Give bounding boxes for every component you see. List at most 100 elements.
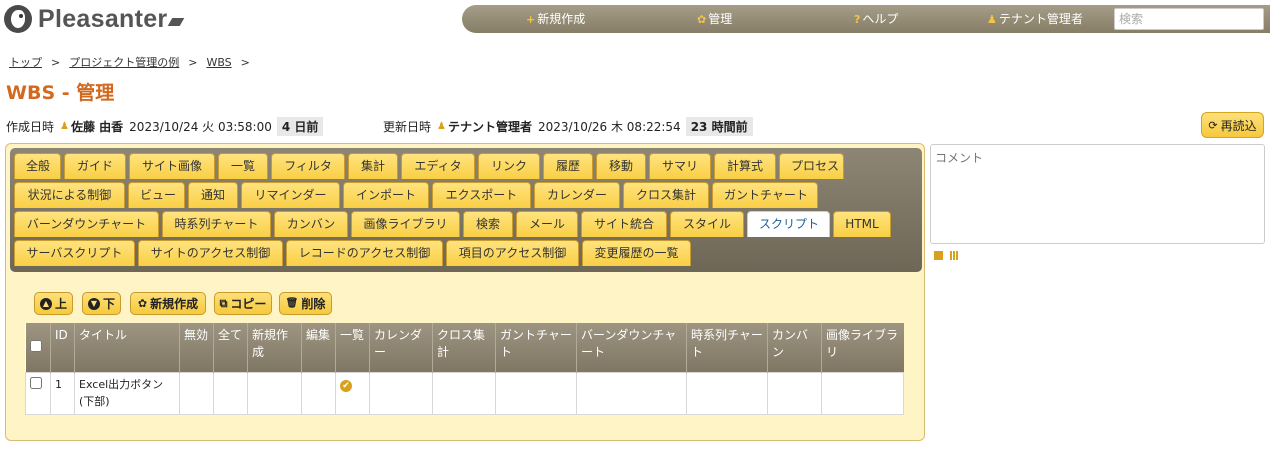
tab-list[interactable]: 一覧 (218, 153, 268, 179)
tab-editor[interactable]: エディタ (401, 153, 475, 179)
column-header[interactable]: ガントチャート (495, 323, 577, 372)
tab-import[interactable]: インポート (343, 182, 429, 208)
select-all-checkbox[interactable] (29, 340, 42, 352)
gear-icon: ✿ (137, 297, 148, 310)
tab-status-control[interactable]: 状況による制御 (14, 182, 125, 208)
table-row[interactable]: 1 Excel出力ボタン(下部) ✔ (25, 371, 904, 415)
move-up-button[interactable]: ▲ 上 (34, 292, 73, 315)
reload-button[interactable]: ⟳ 再読込 (1201, 112, 1264, 138)
tab-general[interactable]: 全般 (14, 153, 61, 179)
tab-site-access[interactable]: サイトのアクセス制御 (138, 240, 283, 266)
tab-link[interactable]: リンク (478, 153, 540, 179)
column-header[interactable]: カレンダー (369, 323, 433, 372)
logo[interactable]: Pleasanter (4, 3, 185, 35)
tab-change-history[interactable]: 変更履歴の一覧 (582, 240, 691, 266)
tab-process[interactable]: プロセス (779, 153, 844, 179)
grid-header-row: ID タイトル 無効 全て 新規作成 編集 一覧 カレンダー クロス集計 ガント… (25, 323, 904, 372)
column-header[interactable]: クロス集計 (432, 323, 496, 372)
tab-formula[interactable]: 計算式 (714, 153, 776, 179)
tab-cross-tab[interactable]: クロス集計 (623, 182, 709, 208)
column-header[interactable]: 画像ライブラリ (821, 323, 904, 372)
tab-view[interactable]: ビュー (128, 182, 185, 208)
new-button[interactable]: ✿ 新規作成 (130, 292, 206, 315)
tab-bar: 全般 ガイド サイト画像 一覧 フィルタ 集計 エディタ リンク 履歴 移動 サ… (10, 148, 922, 272)
title-cell: Excel出力ボタン(下部) (74, 371, 180, 415)
cell (432, 371, 496, 415)
tab-calendar[interactable]: カレンダー (534, 182, 620, 208)
cell (247, 371, 302, 415)
top-navbar: + 新規作成 ✿ 管理 ? ヘルプ ♟ テナント管理者 (462, 5, 1270, 33)
tab-search[interactable]: 検索 (463, 211, 513, 237)
search-input[interactable] (1114, 8, 1264, 30)
tab-kanban[interactable]: カンバン (274, 211, 348, 237)
updated-relative: 23 時間前 (685, 117, 753, 136)
copy-icon: ⧉ (219, 296, 228, 310)
id-cell: 1 (50, 371, 75, 415)
tab-timeseries[interactable]: 時系列チャート (162, 211, 271, 237)
column-header[interactable]: 無効 (179, 323, 214, 372)
breadcrumb: トップ > プロジェクト管理の例 > WBS > (9, 54, 259, 70)
tab-column-access[interactable]: 項目のアクセス制御 (446, 240, 579, 266)
updated-by[interactable]: テナント管理者 (448, 118, 532, 135)
editor-panel: 全般 ガイド サイト画像 一覧 フィルタ 集計 エディタ リンク 履歴 移動 サ… (5, 143, 925, 441)
column-header[interactable]: タイトル (74, 323, 180, 372)
created-by[interactable]: 佐藤 由香 (71, 118, 123, 135)
tab-gantt[interactable]: ガントチャート (712, 182, 818, 208)
move-down-button[interactable]: ▼ 下 (82, 292, 121, 315)
row-select-cell (25, 371, 51, 415)
logo-icon (4, 5, 32, 33)
cell (495, 371, 577, 415)
nav-new[interactable]: + 新規作成 (526, 5, 585, 33)
tab-filter[interactable]: フィルタ (271, 153, 345, 179)
column-header[interactable]: 全て (213, 323, 248, 372)
tab-server-script[interactable]: サーバスクリプト (14, 240, 135, 266)
delete-label: 削除 (301, 297, 326, 311)
arrow-up-icon: ▲ (39, 297, 52, 310)
delete-button[interactable]: 🗑 削除 (279, 292, 332, 315)
tab-guide[interactable]: ガイド (64, 153, 126, 179)
column-header[interactable]: 時系列チャート (686, 323, 768, 372)
breadcrumb-separator: > (240, 56, 250, 69)
column-header[interactable]: 新規作成 (247, 323, 302, 372)
nav-help[interactable]: ? ヘルプ (854, 5, 898, 33)
cell (369, 371, 433, 415)
tab-script[interactable]: スクリプト (747, 211, 830, 237)
tab-style[interactable]: スタイル (670, 211, 744, 237)
tab-record-access[interactable]: レコードのアクセス制御 (286, 240, 443, 266)
tab-burndown[interactable]: バーンダウンチャート (14, 211, 159, 237)
tab-reminder[interactable]: リマインダー (241, 182, 340, 208)
tab-export[interactable]: エクスポート (432, 182, 531, 208)
tab-history[interactable]: 履歴 (543, 153, 593, 179)
comment-field[interactable] (930, 144, 1265, 244)
tab-aggregate[interactable]: 集計 (348, 153, 398, 179)
nav-manage[interactable]: ✿ 管理 (697, 5, 732, 33)
tab-html[interactable]: HTML (833, 211, 891, 237)
tab-notification[interactable]: 通知 (188, 182, 238, 208)
breadcrumb-wbs[interactable]: WBS (206, 56, 231, 69)
check-icon: ✔ (340, 379, 352, 392)
logo-tail (168, 18, 185, 26)
tab-site-integration[interactable]: サイト統合 (581, 211, 667, 237)
tab-summary[interactable]: サマリ (649, 153, 711, 179)
grid-icon[interactable] (950, 251, 959, 260)
image-icon[interactable] (934, 251, 943, 260)
plus-icon: + (526, 13, 536, 26)
cell (686, 371, 768, 415)
column-header[interactable]: 一覧 (335, 323, 370, 372)
breadcrumb-project[interactable]: プロジェクト管理の例 (69, 56, 179, 69)
tab-site-image[interactable]: サイト画像 (129, 153, 215, 179)
tab-image-library[interactable]: 画像ライブラリ (351, 211, 460, 237)
breadcrumb-separator: > (51, 56, 61, 69)
column-header[interactable]: カンバン (767, 323, 822, 372)
breadcrumb-top[interactable]: トップ (9, 56, 42, 69)
copy-button[interactable]: ⧉ コピー (214, 292, 272, 315)
row-checkbox[interactable] (30, 376, 42, 389)
column-header[interactable]: 編集 (301, 323, 336, 372)
cell (821, 371, 904, 415)
tab-mail[interactable]: メール (516, 211, 578, 237)
column-header[interactable]: バーンダウンチャート (576, 323, 687, 372)
nav-user[interactable]: ♟ テナント管理者 (987, 5, 1083, 33)
breadcrumb-separator: > (188, 56, 198, 69)
column-header[interactable]: ID (50, 323, 75, 372)
tab-move[interactable]: 移動 (596, 153, 646, 179)
